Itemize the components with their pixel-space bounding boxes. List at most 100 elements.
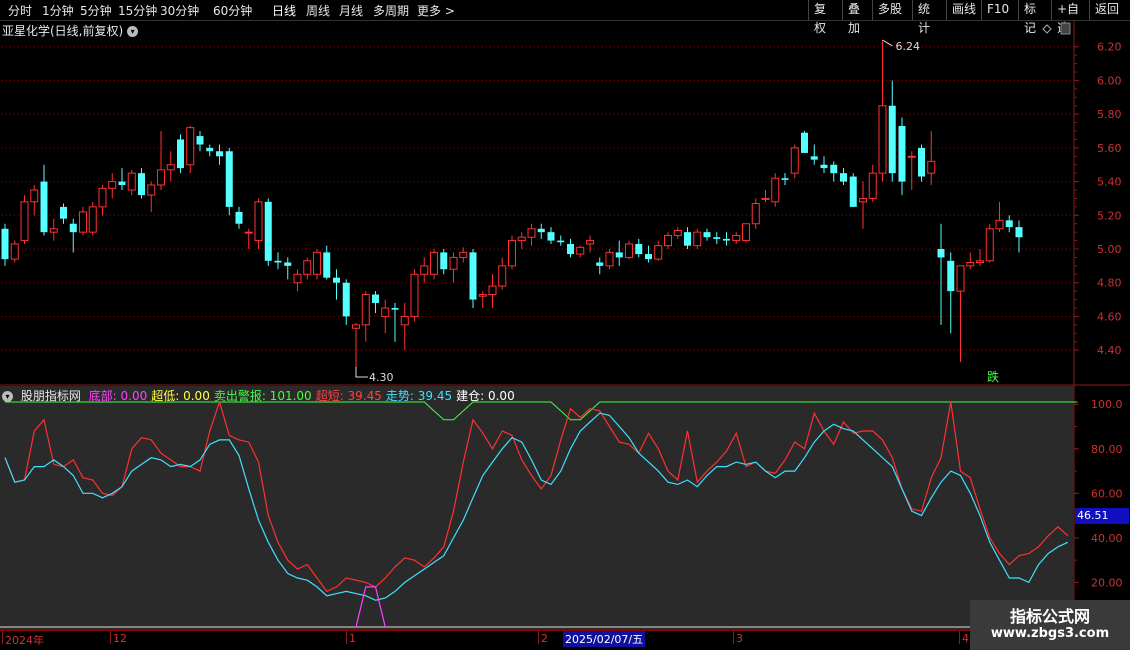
price-tick-label: 4.80 (1097, 277, 1122, 290)
candle-body (196, 136, 204, 145)
indicator-axis: 100.0 80.00 60.00 40.00 20.00 (1074, 398, 1123, 606)
candle-body (313, 251, 321, 275)
date-label: 1 (349, 632, 356, 645)
scroll-icon (1060, 22, 1071, 35)
indicator-value: 建仓: 0.00 (456, 389, 515, 403)
candle-body (284, 262, 292, 266)
candle-body (303, 260, 312, 275)
candle-body (177, 139, 184, 169)
annotations: 6.24 4.30 跌 (355, 22, 1071, 384)
candle-body (537, 228, 545, 233)
candle-body (693, 231, 702, 247)
candle-body (225, 151, 233, 207)
indicator-value: 底部: 0.00 (88, 389, 148, 403)
candle-body (605, 251, 614, 267)
candle-body (449, 256, 458, 270)
low-marker (355, 367, 368, 378)
candle-body (88, 206, 97, 233)
candle-body (790, 147, 799, 174)
candle-body (235, 211, 243, 224)
candle-body (440, 252, 448, 270)
chart-canvas[interactable]: 6.20 6.00 5.80 5.60 5.40 5.20 5.00 4.80 4.60 4.40… (0, 0, 1130, 650)
candle-body (898, 125, 906, 182)
candle-body (684, 232, 691, 246)
indicator-name: 股朋指标网 (20, 389, 81, 403)
candle-body (469, 252, 477, 300)
candle-body (966, 261, 975, 267)
candle-body (635, 243, 643, 255)
price-tick-label: 5.40 (1097, 176, 1122, 189)
indicator-value: 走势: 39.45 (385, 389, 453, 403)
indicator-tick-label: 40.00 (1091, 532, 1123, 545)
selected-date: 2025/02/07/五 (563, 631, 646, 647)
candle-body (664, 235, 672, 247)
candle-body (995, 219, 1004, 230)
candle-body (547, 232, 555, 241)
candle-body (615, 252, 623, 258)
indicator-tick-label: 60.00 (1091, 487, 1123, 500)
indicator-grid (0, 386, 1074, 630)
candle-body (127, 172, 136, 191)
candle-body (654, 245, 663, 260)
candle-body (391, 308, 399, 310)
candle-body (1, 228, 9, 260)
signal-label: 跌 (987, 369, 999, 384)
candle-body (40, 181, 48, 233)
date-label: 2 (541, 632, 548, 645)
candle-body (79, 211, 87, 233)
candle-body (361, 294, 370, 326)
candle-body (1015, 227, 1023, 238)
candle-body (673, 229, 682, 237)
price-tick-label: 5.20 (1097, 209, 1122, 222)
candle-body (840, 173, 847, 182)
candle-body (742, 223, 750, 242)
candle-body (596, 262, 604, 266)
candle-body (410, 273, 419, 317)
candle-body (878, 105, 887, 174)
date-axis: 2024年 12 1 2 3 4 2025/02/07/五 (0, 630, 1075, 647)
candle-body (459, 251, 468, 258)
candle-body (20, 201, 29, 242)
candle-body (352, 324, 360, 329)
candle-body (956, 265, 965, 292)
candle-body (781, 178, 789, 180)
candle-body (557, 240, 565, 243)
indicator-value: 卖出警报: 101.00 (213, 389, 312, 403)
candle-body (244, 231, 253, 234)
candle-body (732, 235, 741, 242)
price-tick-label: 5.00 (1097, 243, 1122, 256)
candle-body (1005, 220, 1013, 228)
candle-body (859, 197, 867, 203)
indicator-tick-label: 20.00 (1091, 576, 1123, 589)
candle-body (810, 156, 818, 160)
candle-body (254, 201, 263, 242)
candle-body (888, 105, 896, 174)
price-axis: 6.20 6.00 5.80 5.60 5.40 5.20 5.00 4.80 4.60 4.40 (1074, 41, 1122, 357)
diamond-icon (1042, 24, 1052, 34)
candle-body (216, 151, 223, 157)
candle-body (342, 282, 350, 317)
indicator-value: 超低: 0.00 (151, 389, 210, 403)
candle-body (820, 164, 828, 169)
candle-body (918, 147, 925, 177)
candle-body (30, 189, 39, 203)
date-label: 2024年 (5, 634, 44, 647)
date-label: 12 (113, 632, 127, 645)
candle-body (567, 243, 574, 255)
candle-body (937, 249, 945, 258)
chevron-down-icon[interactable]: ▾ (2, 391, 13, 402)
candle-body (868, 172, 877, 199)
price-tick-label: 4.60 (1097, 310, 1122, 323)
candle-body (527, 228, 536, 238)
candle-body (713, 237, 721, 239)
candle-body (761, 197, 770, 200)
candle-body (60, 206, 67, 219)
high-marker (882, 39, 893, 47)
indicator-values: 底部: 0.00 超低: 0.00 卖出警报: 101.00 超短: 39.45 走势:… (89, 389, 519, 403)
price-tick-label: 6.00 (1097, 74, 1122, 87)
candle-body (147, 184, 156, 196)
candle-body (976, 260, 984, 263)
indicator-value: 超短: 39.45 (315, 389, 382, 403)
candle-body (625, 243, 633, 258)
candle-body (186, 127, 195, 166)
